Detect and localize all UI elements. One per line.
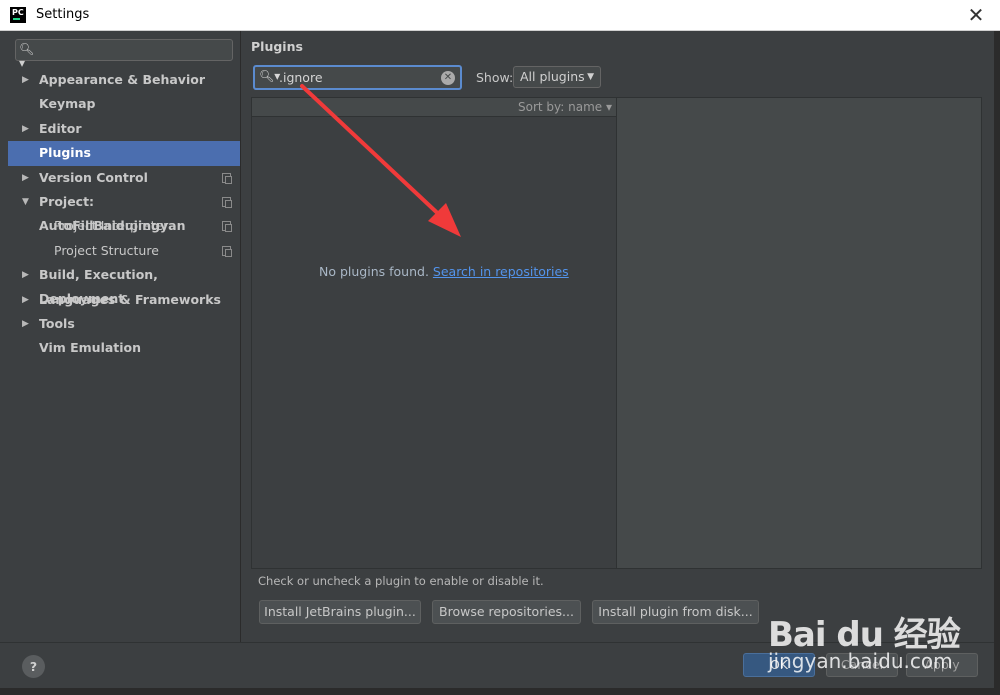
sidebar-item-label: Keymap	[39, 96, 96, 112]
close-window-button[interactable]: ✕	[964, 3, 988, 27]
cancel-button[interactable]: Cancel	[826, 653, 898, 677]
project-settings-icon	[222, 245, 232, 257]
sidebar-item-editor[interactable]: ▶ Editor	[8, 117, 240, 141]
sidebar-item-label: Project Structure	[54, 242, 159, 258]
window-edge	[0, 688, 1000, 695]
sidebar-item-languages-frameworks[interactable]: ▶ Languages & Frameworks	[8, 288, 240, 312]
page-title: Plugins	[251, 39, 303, 54]
window-title: Settings	[36, 7, 90, 22]
show-filter-label: Show:	[476, 70, 514, 85]
sidebar-item-label: Editor	[39, 120, 82, 136]
settings-sidebar: 🔍︎▾ ▶ Appearance & Behavior Keymap ▶ Edi…	[0, 31, 241, 642]
sidebar-item-build-execution-deployment[interactable]: ▶ Build, Execution, Deployment	[8, 263, 240, 306]
sort-bar: Sort by: name ▾	[252, 98, 616, 117]
sidebar-item-plugins[interactable]: Plugins	[8, 141, 240, 166]
plugin-search-box[interactable]: 🔍︎▾ ✕	[253, 65, 462, 90]
window-edge	[994, 31, 1000, 688]
search-icon: 🔍︎▾	[19, 42, 35, 70]
empty-state-text: No plugins found.	[319, 264, 429, 279]
sidebar-item-label: Languages & Frameworks	[39, 291, 221, 307]
clear-search-icon[interactable]: ✕	[441, 71, 455, 85]
expand-arrow-icon[interactable]: ▶	[22, 68, 29, 92]
plugin-detail-panel	[617, 97, 982, 569]
title-bar: PC Settings ✕	[0, 0, 1000, 31]
project-settings-icon	[222, 172, 232, 184]
pycharm-app-icon: PC	[10, 7, 26, 23]
project-settings-icon	[222, 221, 232, 233]
hint-text: Check or uncheck a plugin to enable or d…	[258, 574, 544, 588]
plugin-search-input[interactable]	[279, 68, 439, 87]
sidebar-item-label: Version Control	[39, 169, 148, 185]
dialog-footer: ? OK Cancel Apply	[0, 642, 994, 688]
sidebar-item-project-structure[interactable]: Project Structure	[8, 239, 240, 263]
expand-arrow-icon[interactable]: ▶	[22, 166, 29, 190]
expand-arrow-icon[interactable]: ▶	[22, 263, 29, 287]
search-icon[interactable]: 🔍︎▾	[259, 69, 280, 83]
apply-button[interactable]: Apply	[906, 653, 978, 677]
project-settings-icon	[222, 196, 232, 208]
show-filter-value: All plugins	[520, 69, 585, 84]
show-filter-dropdown[interactable]: All plugins ▼	[513, 66, 601, 88]
sort-by-label: Sort by: name	[518, 100, 603, 114]
sidebar-item-version-control[interactable]: ▶ Version Control	[8, 166, 240, 190]
sidebar-item-label: Appearance & Behavior	[39, 72, 205, 87]
plugins-page: Plugins 🔍︎▾ ✕ Show: All plugins ▼ Sort b…	[241, 31, 994, 642]
sort-by-dropdown[interactable]: Sort by: name ▾	[518, 100, 612, 114]
sidebar-item-tools[interactable]: ▶ Tools	[8, 312, 240, 336]
expand-arrow-icon[interactable]: ▶	[22, 312, 29, 336]
sidebar-item-label: Project Interpreter	[54, 218, 169, 234]
sidebar-item-appearance-behavior[interactable]: ▶ Appearance & Behavior	[8, 68, 240, 92]
expand-arrow-icon[interactable]: ▶	[22, 117, 29, 141]
settings-search-field[interactable]: 🔍︎▾	[15, 39, 233, 70]
sidebar-item-project-interpreter[interactable]: Project Interpreter	[8, 214, 240, 238]
empty-state: No plugins found. Search in repositories	[319, 264, 569, 279]
sidebar-item-label: Tools	[39, 315, 75, 331]
settings-tree: ▶ Appearance & Behavior Keymap ▶ Editor …	[8, 68, 240, 361]
plugin-list: Sort by: name ▾ No plugins found. Search…	[251, 97, 617, 569]
sidebar-item-keymap[interactable]: Keymap	[8, 92, 240, 116]
sidebar-item-label: Vim Emulation	[39, 340, 142, 356]
install-jetbrains-plugin-button[interactable]: Install JetBrains plugin...	[259, 600, 421, 624]
ok-button[interactable]: OK	[743, 653, 815, 677]
sidebar-item-project[interactable]: ▼ Project: AutoFillBaidujingyan	[8, 190, 240, 233]
search-in-repositories-link[interactable]: Search in repositories	[433, 264, 569, 279]
help-button[interactable]: ?	[22, 655, 45, 678]
browse-repositories-button[interactable]: Browse repositories...	[432, 600, 581, 624]
chevron-down-icon: ▼	[587, 72, 594, 82]
sidebar-item-label: Plugins	[39, 145, 91, 161]
expand-arrow-icon[interactable]: ▶	[22, 288, 29, 312]
install-plugin-from-disk-button[interactable]: Install plugin from disk...	[592, 600, 759, 624]
sidebar-item-vim-emulation[interactable]: Vim Emulation	[8, 336, 240, 360]
collapse-arrow-icon[interactable]: ▼	[22, 190, 29, 214]
